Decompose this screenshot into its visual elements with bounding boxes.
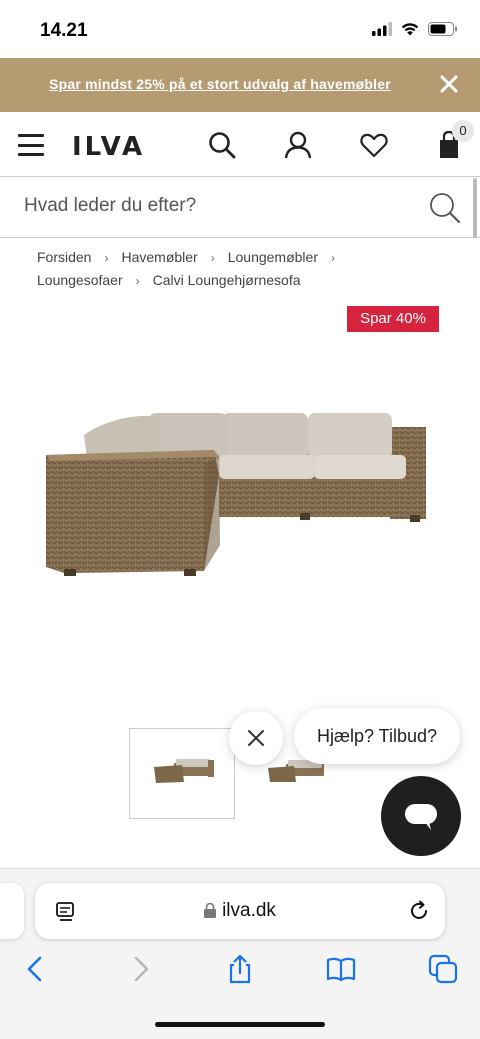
chat-icon [405, 804, 437, 830]
search-icon[interactable] [207, 130, 237, 160]
bookmarks-icon[interactable] [325, 953, 357, 985]
heart-icon[interactable] [359, 130, 389, 160]
help-bubble[interactable]: Hjælp? Tilbud? [294, 708, 460, 764]
lock-icon [204, 903, 217, 918]
status-time: 14.21 [40, 20, 88, 41]
url-display: ilva.dk [35, 900, 445, 922]
breadcrumb-item-current: Calvi Loungehjørnesofa [152, 272, 301, 288]
forward-icon[interactable] [124, 953, 156, 985]
breadcrumb-separator: › [210, 251, 215, 265]
promo-banner: Spar mindst 25% på et stort udvalg af ha… [0, 58, 480, 112]
address-bar[interactable]: ilva.dk [35, 883, 445, 939]
thumbnail-image [154, 759, 214, 783]
close-icon [248, 730, 264, 746]
battery-icon [428, 22, 457, 36]
breadcrumb-item-forsiden[interactable]: Forsiden [37, 246, 91, 268]
breadcrumb-separator: › [135, 274, 140, 288]
breadcrumb-item-loungesofaer[interactable]: Loungesofaer [37, 269, 123, 291]
breadcrumb-item-loungemobler[interactable]: Loungemøbler [228, 246, 318, 268]
back-icon[interactable] [20, 953, 52, 985]
help-close-button[interactable] [229, 711, 283, 765]
url-text: ilva.dk [222, 900, 276, 921]
breadcrumb: Forsiden › Havemøbler › Loungemøbler › Lounge… [37, 246, 457, 292]
search-bar [0, 176, 480, 238]
scrollbar[interactable] [473, 178, 477, 238]
logo[interactable]: ILVA [72, 132, 145, 162]
tabs-icon[interactable] [427, 953, 459, 985]
wifi-icon [401, 23, 419, 36]
search-input[interactable] [24, 195, 404, 217]
discount-badge: Spar 40% [347, 306, 439, 332]
product-image[interactable] [44, 395, 430, 585]
reload-icon[interactable] [407, 899, 431, 923]
account-icon[interactable] [283, 130, 313, 160]
cart-count-badge: 0 [452, 120, 474, 142]
breadcrumb-separator: › [331, 251, 335, 265]
status-bar: 14.21 [0, 0, 480, 58]
share-icon[interactable] [224, 953, 256, 985]
status-icons [372, 22, 458, 36]
previous-tab-preview[interactable] [0, 883, 24, 939]
site-header: ILVA [0, 112, 480, 176]
home-indicator[interactable] [155, 1022, 325, 1027]
promo-link[interactable]: Spar mindst 25% på et stort udvalg af ha… [0, 76, 440, 92]
signal-icon [372, 22, 392, 36]
breadcrumb-item-havemobler[interactable]: Havemøbler [121, 246, 197, 268]
menu-icon[interactable] [18, 134, 44, 156]
close-icon[interactable] [438, 73, 460, 95]
search-icon[interactable] [428, 191, 462, 225]
thumbnail-1[interactable] [129, 728, 235, 819]
breadcrumb-separator: › [104, 251, 109, 265]
chat-button[interactable] [381, 776, 461, 856]
